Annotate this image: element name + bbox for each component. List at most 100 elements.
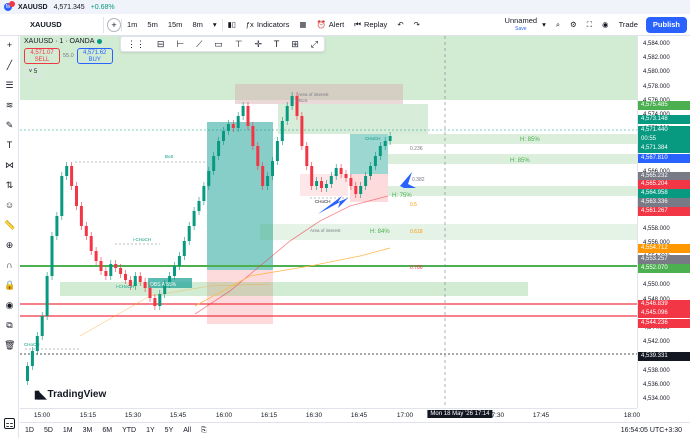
trade-button[interactable]: Trade (614, 14, 643, 36)
buy-button[interactable]: 4,571.62 BUY (76, 48, 113, 64)
interval-1m[interactable]: 1m (122, 14, 142, 36)
layout-name-button[interactable]: Unnamed Save (504, 15, 538, 33)
alert-button[interactable]: ⏰ Alert (311, 14, 349, 36)
candle-body (231, 124, 235, 128)
rectangle-tool-icon[interactable]: ▭ (214, 39, 223, 50)
delete-icon[interactable]: 🗑 (4, 340, 15, 351)
measure-tool-icon[interactable]: ⊞ (291, 39, 299, 50)
candle-body (256, 146, 260, 166)
symbol-label: XAUUSD (30, 20, 62, 29)
date-range-icon[interactable]: ⎘ (196, 427, 212, 435)
crosshair-icon[interactable]: + (4, 40, 15, 51)
symbol-search-button[interactable]: XAUUSD (26, 16, 104, 33)
range-6m[interactable]: 6M (97, 427, 117, 434)
candle-body (148, 288, 152, 298)
symbol-title[interactable]: XAUUSD · 1 · OANDA (24, 38, 94, 45)
candle-body (280, 121, 284, 141)
zoom-in-icon[interactable]: ⊕ (4, 240, 15, 251)
price-label: 4,563.336 (638, 198, 690, 207)
interval-dropdown-icon[interactable]: ▾ (208, 14, 222, 36)
brush-icon[interactable]: ✎ (4, 120, 15, 131)
candle-body (202, 186, 206, 201)
range-5y[interactable]: 5Y (160, 427, 179, 434)
price-label: 4,539.331 (638, 352, 690, 361)
favicon-badge-icon: M (4, 1, 15, 11)
label-obs-pct: OBS A 85% (150, 282, 177, 288)
compare-symbol-button[interactable]: + (107, 17, 121, 32)
candle-body (89, 236, 93, 251)
candle-body (124, 274, 127, 280)
candle-body (158, 294, 162, 306)
trend-tool-icon[interactable]: ⟋ (196, 39, 202, 50)
candle-body (143, 282, 147, 288)
range-ytd[interactable]: YTD (117, 427, 141, 434)
publish-button[interactable]: Publish (645, 16, 687, 33)
patterns-icon[interactable]: ⋈ (4, 160, 15, 171)
text-tool-icon[interactable]: T (4, 140, 15, 151)
drag-handle-icon[interactable]: ⋮⋮ (127, 39, 145, 50)
browser-tab[interactable]: M XAUUSD 4,571.345 +0.68% (0, 0, 690, 14)
snapshot-icon[interactable]: ◉ (597, 14, 614, 36)
interval-8m[interactable]: 8m (187, 14, 207, 36)
layout-dropdown-icon[interactable]: ▾ (537, 14, 551, 36)
expand-tool-icon[interactable]: ⤢ (311, 39, 318, 50)
range-all[interactable]: All (178, 427, 196, 434)
interval-15m[interactable]: 15m (163, 14, 188, 36)
price-tick: 4,578.000 (643, 83, 670, 90)
fullscreen-icon[interactable]: ⛶ (582, 14, 597, 36)
candle-body (305, 146, 309, 166)
candle-body (310, 166, 314, 186)
time-tick: 17:45 (532, 412, 550, 419)
ruler-icon[interactable]: 📏 (4, 220, 15, 231)
tab-symbol: XAUUSD (18, 3, 48, 11)
replay-button[interactable]: ⏮ Replay (349, 14, 392, 36)
object-tree-icon[interactable]: ⧉ (4, 320, 15, 331)
price-tick: 4,534.000 (643, 396, 670, 402)
emoji-icon[interactable]: ☺ (4, 200, 15, 211)
candles-icon[interactable]: ▮▯ (223, 14, 241, 36)
sell-button[interactable]: 4,571.07 SELL (24, 48, 60, 64)
fib-retracement-icon[interactable]: ≋ (4, 100, 15, 111)
clock-display[interactable]: 16:54:05 UTC+3:30 (621, 427, 690, 434)
candle-body (173, 266, 176, 276)
templates-icon[interactable]: ▦ (294, 14, 311, 36)
time-scale[interactable]: 15:00 15:15 15:30 15:45 16:00 16:15 16:30 16:45… (20, 408, 640, 422)
cross-line-tool-icon[interactable]: ✛ (254, 39, 262, 50)
trend-line-icon[interactable]: ╱ (4, 60, 15, 71)
candle-body (383, 141, 387, 146)
candle-body (138, 276, 142, 282)
ray-tool-icon[interactable]: ⊢ (176, 39, 184, 50)
forecast-icon[interactable]: ⇅ (4, 180, 15, 191)
time-tick: 16:00 (215, 412, 233, 419)
time-tick: 16:15 (260, 412, 278, 419)
range-1m[interactable]: 1M (58, 427, 78, 434)
settings-icon[interactable]: ⚙ (565, 14, 582, 36)
candle-body (55, 216, 59, 236)
range-3m[interactable]: 3M (78, 427, 98, 434)
horizontal-lines-icon[interactable]: ☰ (4, 80, 15, 91)
eye-icon[interactable]: ◉ (4, 300, 15, 311)
price-scale[interactable]: 4,584.000 4,582.000 4,580.000 4,578.000 4,57… (637, 36, 690, 408)
lock-icon[interactable]: 🔒 (4, 280, 15, 291)
range-1d[interactable]: 1D (20, 427, 39, 434)
search-icon[interactable]: ⌕ (551, 14, 565, 36)
vertical-line-tool-icon[interactable]: ⊤ (235, 39, 243, 50)
range-5d[interactable]: 5D (39, 427, 58, 434)
discount-zone (300, 174, 348, 196)
indicators-button[interactable]: ƒx Indicators (241, 14, 294, 36)
chart-pane[interactable]: Area of interest 1-BoS Area of interest … (20, 36, 637, 408)
object-tree-panel-icon[interactable]: ⚏ (4, 418, 15, 429)
indicators-collapse-button[interactable]: ˅ 5 (24, 67, 42, 77)
layout-name: Unnamed (504, 15, 538, 25)
range-1y[interactable]: 1Y (141, 427, 160, 434)
chart-canvas[interactable]: Area of interest 1-BoS Area of interest … (20, 36, 637, 408)
magnet-icon[interactable]: ∩ (4, 260, 15, 271)
price-tick: 4,542.000 (643, 339, 670, 346)
interval-5m[interactable]: 5m (142, 14, 162, 36)
horizontal-line-tool-icon[interactable]: ⊟ (157, 39, 165, 50)
candle-body (217, 141, 221, 156)
redo-icon[interactable]: ↷ (409, 14, 425, 36)
text-tool-icon[interactable]: T (274, 39, 280, 49)
undo-icon[interactable]: ↶ (392, 14, 408, 36)
spread-value: 55.0 (63, 53, 74, 59)
